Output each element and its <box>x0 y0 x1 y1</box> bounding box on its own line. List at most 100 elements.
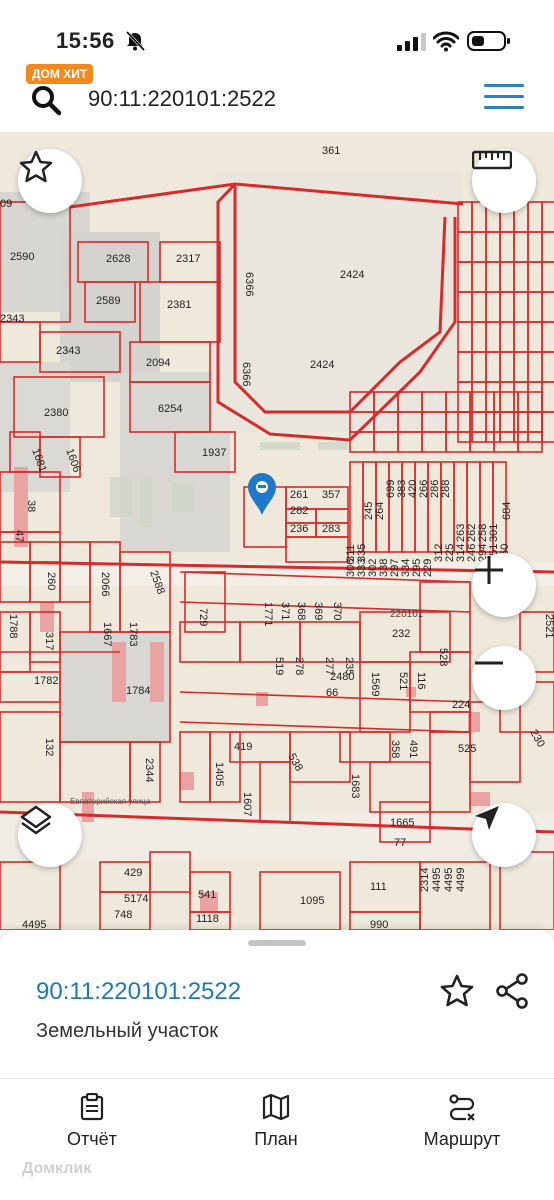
parcel-number-label: 1118 <box>196 913 219 925</box>
parcel-number-label: 2521 <box>543 614 554 638</box>
parcel-number-label: 278 <box>293 657 305 675</box>
ruler-button[interactable] <box>472 149 536 213</box>
parcel-number-label: 1665 <box>390 817 414 829</box>
parcel-number-label: 357 <box>322 489 340 501</box>
brand-badge: ДОМ ХИТ <box>26 64 94 84</box>
sheet-drag-handle[interactable] <box>248 940 306 946</box>
parcel-number-label: 288 <box>440 480 452 498</box>
map-canvas[interactable]: Евпаторийская улица 220101 361 09 2590 2628… <box>0 132 554 930</box>
bell-muted-icon <box>125 30 146 52</box>
zoom-in-button[interactable] <box>472 553 536 617</box>
parcel-number-label: 232 <box>392 628 410 640</box>
parcel-number-label: 2381 <box>167 299 191 311</box>
ruler-icon <box>472 150 512 170</box>
parcel-number-label: 2317 <box>176 253 200 265</box>
search-input[interactable] <box>88 84 448 114</box>
parcel-number-label: 358 <box>389 740 401 758</box>
share-icon[interactable] <box>494 972 530 1010</box>
parcel-number-label: 541 <box>198 889 216 901</box>
parcel-number-label: 1569 <box>369 672 381 696</box>
parcel-number-label: 2589 <box>96 295 120 307</box>
parcel-info-sheet[interactable]: 90:11:220101:2522 Земельный участок <box>0 930 554 1078</box>
parcel-number-label: 6366 <box>240 362 252 386</box>
parcel-number-label: 261 <box>290 489 308 501</box>
parcel-number-label: 1782 <box>34 675 58 687</box>
parcel-number-label: 4495 <box>443 868 455 892</box>
nav-report[interactable]: Отчёт <box>62 1093 122 1150</box>
parcel-number-label: 371 <box>279 602 291 620</box>
parcel-number-label: 370 <box>331 602 343 620</box>
parcel-number-label: 283 <box>322 523 340 535</box>
hamburger-menu-icon[interactable] <box>484 84 524 114</box>
parcel-number-label: 429 <box>124 867 142 879</box>
nav-plan-label: План <box>254 1129 298 1149</box>
status-time: 15:56 <box>56 28 115 53</box>
parcel-number-label: 491 <box>407 740 419 758</box>
parcel-number-label: 2380 <box>44 407 68 419</box>
bottom-navigation: Отчёт План Маршрут <box>0 1078 554 1200</box>
parcel-number-label: 1771 <box>262 602 274 626</box>
parcel-number-label: 2312 <box>0 132 24 135</box>
parcel-number-label: 361 <box>322 145 340 157</box>
parcel-number-label: 260 <box>45 572 57 590</box>
nav-route[interactable]: Маршрут <box>414 1093 510 1150</box>
nav-plan[interactable]: План <box>246 1093 306 1150</box>
parcel-number-label: 4495 <box>431 868 443 892</box>
search-icon[interactable] <box>30 84 62 116</box>
parcel-number-label: 132 <box>43 738 55 756</box>
nav-report-label: Отчёт <box>67 1129 117 1149</box>
zoom-out-button[interactable] <box>472 646 536 710</box>
clipboard-icon <box>80 1093 104 1121</box>
layers-button[interactable] <box>18 803 82 867</box>
parcel-number-label: 2344 <box>143 758 155 782</box>
parcel-number-label: 2094 <box>146 357 170 369</box>
parcel-number-label: 111 <box>370 881 387 893</box>
parcel-number-label: 5174 <box>124 893 148 905</box>
favorite-map-button[interactable] <box>18 149 82 213</box>
parcel-number-label: 282 <box>290 505 308 517</box>
parcel-number-label: 2424 <box>310 359 334 371</box>
parcel-number-label: 2424 <box>340 269 364 281</box>
parcel-number-label: 1784 <box>126 685 150 697</box>
parcel-number-label: 264 <box>374 502 386 520</box>
parcel-number-label: 66 <box>326 687 338 699</box>
parcel-number-label: 368 <box>295 602 307 620</box>
parcel-number-label: 1788 <box>7 614 19 638</box>
parcel-number-label: 419 <box>234 741 252 753</box>
parcel-number-label: 2343 <box>56 345 80 357</box>
parcel-number-label: 1783 <box>127 622 139 646</box>
parcel-number-label: 116 <box>415 672 427 690</box>
parcel-number-label: 2590 <box>10 251 34 263</box>
parcel-number-label: 748 <box>114 909 132 921</box>
parcel-number-label: 38 <box>25 500 37 512</box>
parcel-number-label: 224 <box>452 699 470 711</box>
parcel-number-label: 2628 <box>106 253 130 265</box>
nav-route-label: Маршрут <box>423 1129 501 1149</box>
parcel-number-label: 1095 <box>300 895 324 907</box>
parcel-number-label: 4499 <box>455 868 467 892</box>
parcel-number-label: 77 <box>394 837 406 849</box>
parcel-type: Земельный участок <box>36 1020 219 1042</box>
battery-icon <box>467 31 510 51</box>
star-icon[interactable] <box>438 972 476 1010</box>
parcel-number-label: 47 <box>13 530 25 542</box>
parcel-number-label: 301 <box>488 524 500 542</box>
parcel-number-label: 528 <box>437 648 449 666</box>
cadastral-map[interactable]: Евпаторийская улица 220101 361 09 2590 2628… <box>0 132 554 930</box>
parcel-number-label: 729 <box>197 608 209 626</box>
parcel-number-label: 1607 <box>241 792 253 816</box>
parcel-number-label: 2343 <box>0 313 24 325</box>
parcel-number-label: 4495 <box>22 919 46 930</box>
route-icon <box>449 1094 475 1121</box>
parcel-number-label: 09 <box>0 198 12 210</box>
star-icon <box>19 150 53 183</box>
parcel-number-label: 525 <box>458 743 476 755</box>
parcel-number-label: 521 <box>397 672 409 690</box>
navigation-arrow-icon <box>475 806 499 830</box>
my-location-button[interactable] <box>472 803 536 867</box>
parcel-number-label: 1683 <box>349 774 361 798</box>
parcel-number-label: 2066 <box>99 572 111 596</box>
parcel-number-label: 236 <box>290 523 308 535</box>
parcel-number-label: 369 <box>312 602 324 620</box>
parcel-number-label: 990 <box>370 919 388 930</box>
